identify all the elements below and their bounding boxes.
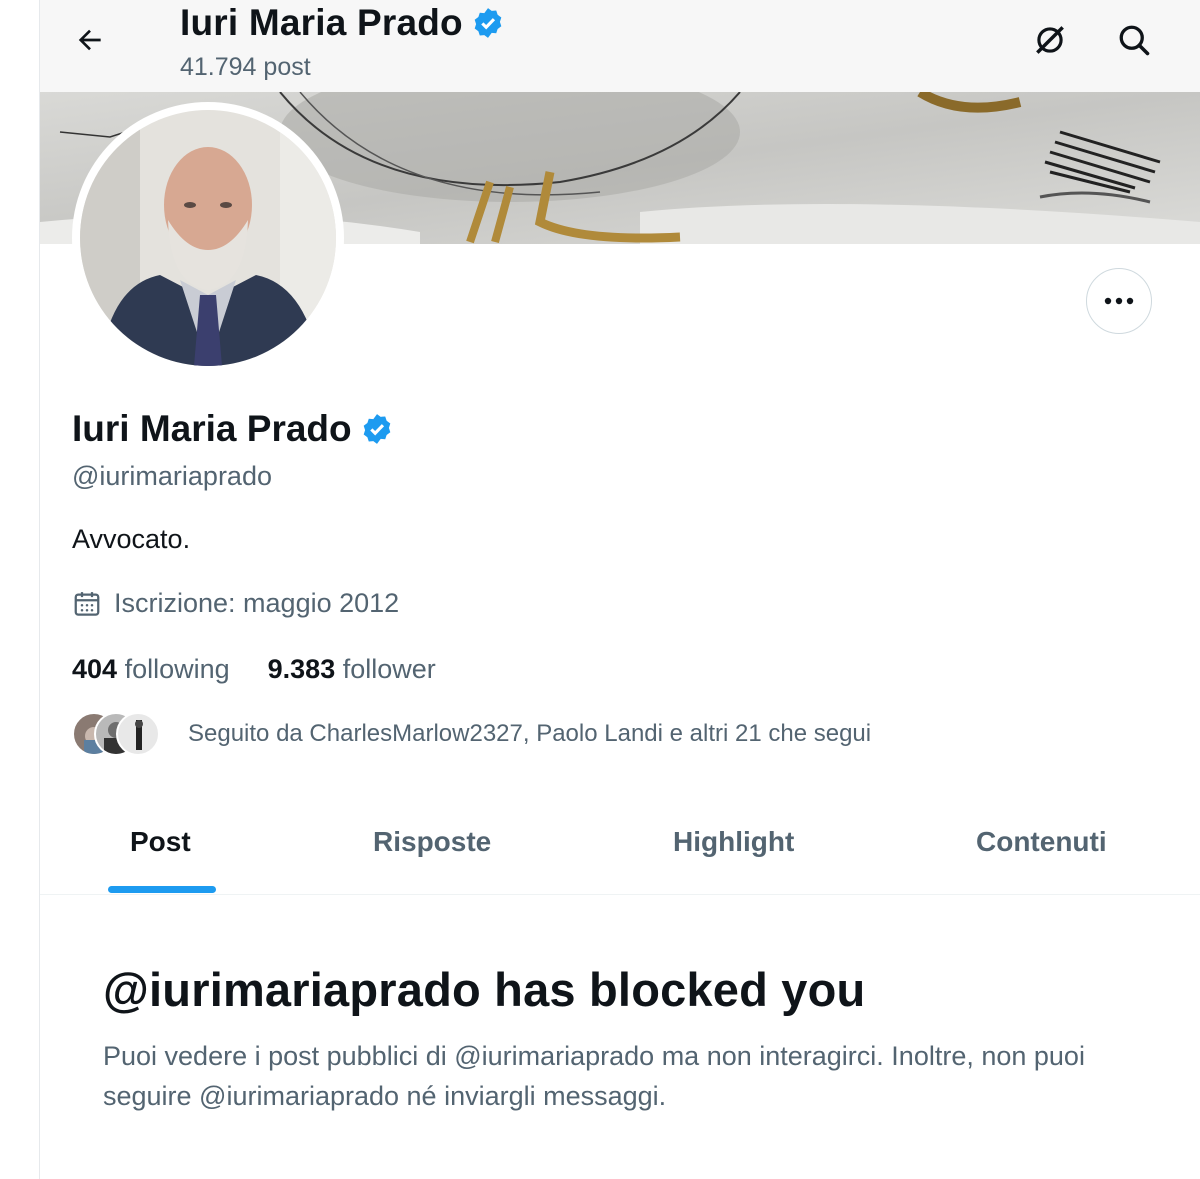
blocked-title: @iurimariaprado has blocked you xyxy=(103,963,866,1016)
following-count: 404 xyxy=(72,654,118,684)
more-options-button[interactable] xyxy=(1086,268,1152,334)
profile-avatar[interactable] xyxy=(72,102,344,374)
verified-badge-icon[interactable] xyxy=(360,412,394,446)
back-button[interactable] xyxy=(68,18,112,62)
followers-label: follower xyxy=(342,654,436,684)
grok-button[interactable] xyxy=(1028,18,1072,62)
joined-date-text: Iscrizione: maggio 2012 xyxy=(114,588,400,618)
followers-link[interactable]: 9.383 follower xyxy=(268,654,436,685)
avatar-photo xyxy=(80,110,336,366)
verified-badge-icon xyxy=(474,8,502,38)
profile-header-bar: Iuri Maria Prado 41.794 post xyxy=(40,0,1200,92)
back-arrow-icon xyxy=(78,29,101,51)
profile-name: Iuri Maria Prado xyxy=(72,408,352,449)
search-button[interactable] xyxy=(1112,18,1156,62)
header-name-wrap: Iuri Maria Prado xyxy=(180,2,505,44)
search-icon xyxy=(1119,25,1150,56)
profile-joined: Iscrizione: maggio 2012 xyxy=(72,588,399,619)
calendar-icon xyxy=(74,591,100,616)
tab-risposte[interactable]: Risposte xyxy=(373,826,491,858)
tab-post[interactable]: Post xyxy=(130,826,191,858)
following-label: following xyxy=(124,654,230,684)
grok-icon xyxy=(1036,26,1064,54)
tab-contenuti[interactable]: Contenuti xyxy=(976,826,1107,858)
profile-column: Iuri Maria Prado 41.794 post Iuri Maria … xyxy=(40,0,1200,1179)
followed-by-row[interactable]: Seguito da CharlesMarlow2327, Paolo Land… xyxy=(72,712,871,756)
profile-name-wrap: Iuri Maria Prado xyxy=(72,408,394,450)
active-tab-indicator xyxy=(108,886,216,893)
tab-highlight[interactable]: Highlight xyxy=(673,826,794,858)
left-sidebar-edge xyxy=(0,0,40,1179)
followed-by-text[interactable]: Seguito da CharlesMarlow2327, Paolo Land… xyxy=(188,720,871,748)
header-post-count: 41.794 post xyxy=(180,53,311,81)
followed-by-avatars xyxy=(72,712,162,756)
header-name: Iuri Maria Prado xyxy=(180,2,463,43)
followers-count: 9.383 xyxy=(267,654,336,684)
mini-avatar xyxy=(116,712,160,756)
profile-tabs: Post Risposte Highlight Contenuti xyxy=(40,800,1200,895)
profile-handle: @iurimariaprado xyxy=(72,461,272,491)
profile-stats: 404 following 9.383 follower xyxy=(72,654,436,685)
more-dots-icon xyxy=(1104,297,1134,305)
profile-bio: Avvocato. xyxy=(72,524,191,554)
following-link[interactable]: 404 following xyxy=(72,654,230,685)
blocked-description: Puoi vedere i post pubblici di @iurimari… xyxy=(103,1041,1085,1111)
